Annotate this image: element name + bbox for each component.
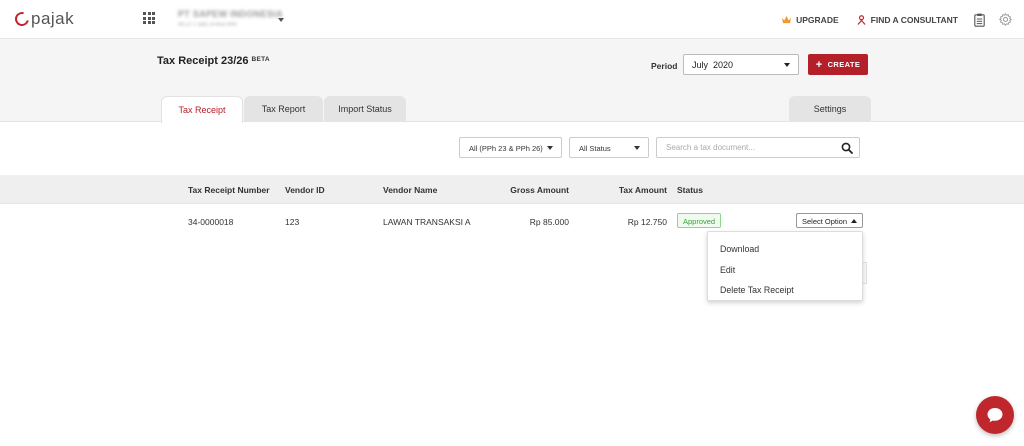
select-option-button[interactable]: Select Option bbox=[796, 213, 863, 228]
chat-icon bbox=[987, 408, 1003, 423]
status-badge: Approved bbox=[677, 213, 722, 228]
filter-bar: All (PPh 23 & PPh 26) All Status bbox=[0, 123, 1024, 175]
pajak-logo[interactable]: pajak bbox=[12, 9, 75, 29]
caret-up-icon bbox=[851, 219, 857, 223]
top-right-actions: UPGRADE FIND A CONSULTANT bbox=[782, 0, 1012, 39]
chat-button[interactable] bbox=[976, 396, 1014, 434]
tax-amount-cell: Rp 12.750 bbox=[627, 217, 667, 227]
period-select[interactable]: July 2020 bbox=[683, 54, 799, 75]
gear-icon[interactable] bbox=[999, 13, 1012, 26]
column-header-tax-amount[interactable]: Tax Amount bbox=[619, 185, 667, 195]
company-caret-down-icon[interactable] bbox=[278, 18, 284, 22]
menu-item-edit[interactable]: Edit bbox=[708, 260, 862, 281]
receipt-number-cell[interactable]: 34-0000018 bbox=[188, 217, 233, 227]
status-filter[interactable]: All Status bbox=[569, 137, 649, 158]
caret-down-icon bbox=[547, 146, 553, 150]
page-title-text: Tax Receipt 23/26 bbox=[157, 55, 249, 67]
search-box bbox=[656, 137, 860, 158]
tab-label: Import Status bbox=[338, 104, 392, 114]
select-option-label: Select Option bbox=[802, 217, 848, 226]
column-header-gross-amount[interactable]: Gross Amount bbox=[510, 185, 569, 195]
period-label: Period bbox=[651, 61, 678, 71]
period-caret-down-icon bbox=[784, 63, 790, 67]
consultant-label: FIND A CONSULTANT bbox=[870, 14, 958, 25]
vendor-name-cell: LAWAN TRANSAKSI A bbox=[383, 217, 471, 227]
tab-tax-report[interactable]: Tax Report bbox=[244, 96, 323, 122]
tab-import-status[interactable]: Import Status bbox=[324, 96, 406, 122]
page-title: Tax Receipt 23/26 BETA bbox=[157, 55, 270, 67]
column-header-status[interactable]: Status bbox=[677, 185, 703, 195]
table-header: Tax Receipt Number Vendor ID Vendor Name… bbox=[0, 175, 1024, 204]
tax-type-filter[interactable]: All (PPh 23 & PPh 26) bbox=[459, 137, 562, 158]
upgrade-link[interactable]: UPGRADE bbox=[782, 15, 839, 25]
column-header-receipt-number[interactable]: Tax Receipt Number bbox=[188, 185, 270, 195]
apps-grid-icon[interactable] bbox=[143, 12, 155, 24]
company-npwp: 00.277.582.3-053.000 bbox=[178, 22, 237, 28]
column-header-vendor-name[interactable]: Vendor Name bbox=[383, 185, 437, 195]
table-row: 34-0000018 123 LAWAN TRANSAKSI A Rp 85.0… bbox=[0, 205, 1024, 237]
tab-settings[interactable]: Settings bbox=[789, 96, 871, 122]
page-header: Tax Receipt 23/26 BETA Period July 2020 +… bbox=[0, 40, 1024, 123]
period-value: July 2020 bbox=[692, 60, 734, 70]
clipboard-icon[interactable] bbox=[974, 13, 985, 27]
company-name: PT SAPEW INDONESIA bbox=[178, 9, 283, 19]
status-filter-value: All Status bbox=[579, 144, 611, 153]
tab-label: Tax Report bbox=[261, 104, 306, 114]
menu-item-download[interactable]: Download bbox=[708, 239, 862, 260]
column-header-vendor-id[interactable]: Vendor ID bbox=[285, 185, 325, 195]
search-icon[interactable] bbox=[841, 142, 853, 154]
company-switcher[interactable]: PT SAPEW INDONESIA 00.277.582.3-053.000 bbox=[178, 9, 283, 28]
action-dropdown-menu: Download Edit Delete Tax Receipt bbox=[707, 231, 863, 301]
vendor-id-cell: 123 bbox=[285, 217, 300, 227]
create-button[interactable]: + CREATE bbox=[808, 54, 868, 75]
logo-text: pajak bbox=[31, 9, 75, 28]
gross-amount-cell: Rp 85.000 bbox=[529, 217, 569, 227]
search-input[interactable] bbox=[666, 143, 836, 152]
crown-icon bbox=[782, 15, 792, 23]
caret-down-icon bbox=[634, 146, 640, 150]
tax-type-value: All (PPh 23 & PPh 26) bbox=[469, 144, 543, 153]
person-icon bbox=[857, 14, 866, 25]
tab-label: Tax Receipt bbox=[178, 105, 226, 115]
create-label: CREATE bbox=[827, 60, 861, 69]
beta-label: BETA bbox=[251, 56, 270, 63]
top-navigation-bar: pajak PT SAPEW INDONESIA 00.277.582.3-05… bbox=[0, 0, 1024, 39]
tab-label: Settings bbox=[813, 104, 847, 114]
tab-tax-receipt[interactable]: Tax Receipt bbox=[161, 96, 243, 123]
menu-item-delete-tax-receipt[interactable]: Delete Tax Receipt bbox=[708, 280, 862, 301]
find-consultant-link[interactable]: FIND A CONSULTANT bbox=[857, 15, 958, 25]
logo-mark-icon bbox=[12, 9, 32, 29]
upgrade-label: UPGRADE bbox=[796, 14, 839, 25]
plus-icon: + bbox=[815, 58, 823, 71]
